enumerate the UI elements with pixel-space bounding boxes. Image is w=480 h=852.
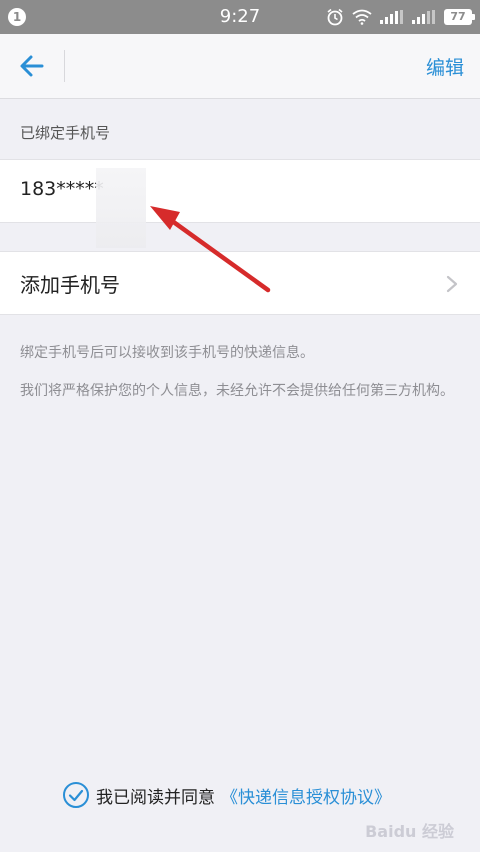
agreement-text: 我已阅读并同意 (96, 787, 215, 808)
add-phone-row[interactable]: 添加手机号 (0, 251, 480, 315)
back-arrow-icon (20, 55, 44, 77)
bound-phone-row[interactable]: 183***** (0, 159, 480, 223)
status-icons: 77 (326, 7, 475, 27)
signal-icon-2 (412, 10, 435, 24)
status-bar: 1 9:27 77 (0, 0, 480, 34)
chevron-right-icon (446, 275, 458, 293)
info-text-1: 绑定手机号后可以接收到该手机号的快递信息。 (20, 345, 314, 361)
bound-phone-number: 183***** (20, 178, 104, 200)
back-button[interactable] (14, 50, 50, 82)
edit-button[interactable]: 编辑 (426, 53, 464, 80)
alarm-icon (327, 8, 343, 26)
watermark: Baidu 经验 (365, 822, 454, 841)
agreement-row: 我已阅读并同意 《快递信息授权协议》 (62, 781, 391, 809)
add-phone-label: 添加手机号 (20, 273, 120, 297)
wifi-icon (352, 9, 372, 25)
nav-divider (64, 50, 65, 82)
check-circle-icon[interactable] (62, 781, 90, 809)
info-text-2: 我们将严格保护您的个人信息，未经允许不会提供给任何第三方机构。 (20, 383, 454, 399)
battery-icon: 77 (444, 9, 475, 25)
redaction-block (96, 168, 146, 248)
agreement-link[interactable]: 《快递信息授权协议》 (221, 783, 391, 808)
signal-icon (380, 10, 403, 24)
section-title-bound-phone: 已绑定手机号 (20, 124, 111, 142)
nav-bar: 编辑 (0, 34, 480, 99)
